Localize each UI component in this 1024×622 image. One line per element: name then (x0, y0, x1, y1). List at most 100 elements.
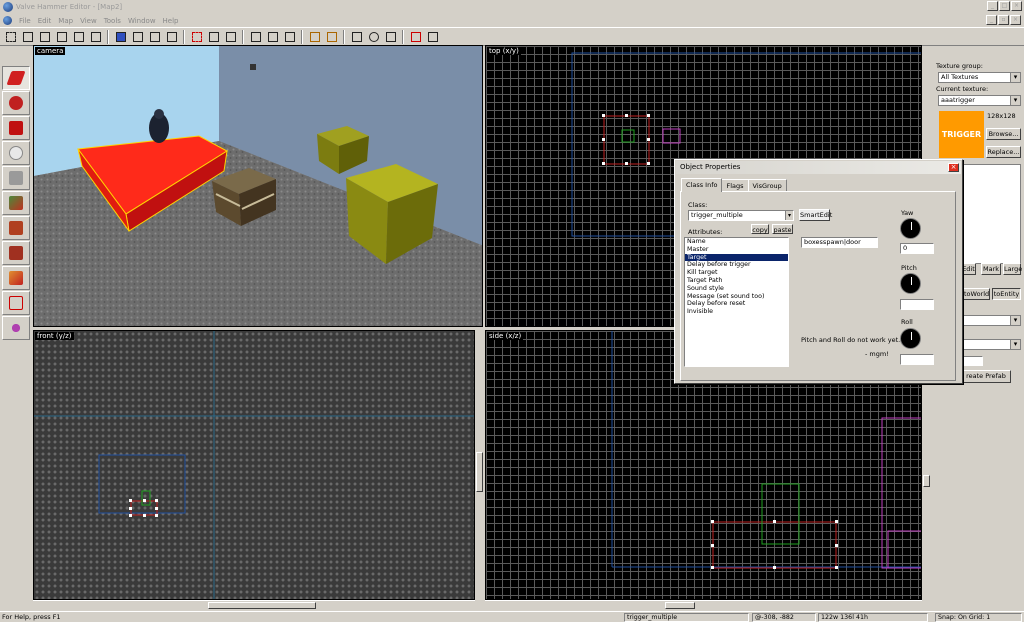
dialog-close-button[interactable]: × (948, 163, 959, 172)
prefab-object-select[interactable] (961, 339, 1021, 350)
camera-view-label[interactable]: camera (35, 47, 66, 55)
pitch-dial-icon[interactable] (900, 273, 921, 294)
mark-button[interactable]: Mark (981, 263, 1001, 275)
yaw-dial-icon[interactable] (900, 218, 921, 239)
ungroup-icon[interactable] (130, 29, 145, 44)
block-tool-button[interactable] (2, 166, 30, 190)
replace-button[interactable]: Replace... (986, 146, 1021, 158)
document-icon[interactable] (3, 16, 12, 25)
attribute-item[interactable]: Name (685, 238, 788, 246)
apply-texture-button[interactable] (2, 216, 30, 240)
selection-tool-button[interactable] (2, 66, 30, 90)
menu-map[interactable]: Map (58, 17, 73, 25)
attribute-item[interactable]: Delay before trigger (685, 261, 788, 269)
doc-minimize-button[interactable]: _ (986, 15, 997, 25)
path-tool-button[interactable] (2, 316, 30, 340)
attribute-item[interactable]: Kill target (685, 269, 788, 277)
hide-icon[interactable] (383, 29, 398, 44)
magnify-tool-button[interactable] (2, 91, 30, 115)
copy-button[interactable]: copy (751, 224, 769, 234)
attribute-item-selected[interactable]: Target (685, 253, 788, 262)
alignment-icon[interactable] (324, 29, 339, 44)
front-view-label[interactable]: front (y/z) (35, 332, 74, 340)
side-view-label[interactable]: side (x/z) (487, 332, 524, 340)
attribute-item[interactable]: Delay before reset (685, 300, 788, 308)
create-prefab-button[interactable]: reate Prefab (961, 370, 1011, 383)
entity-report-icon[interactable] (265, 29, 280, 44)
attribute-value-field[interactable]: boxesspawn|door (801, 237, 878, 248)
attribute-item[interactable]: Invisible (685, 308, 788, 316)
run-map-icon[interactable] (408, 29, 423, 44)
show-all-icon[interactable] (164, 29, 179, 44)
top-view-label[interactable]: top (x/y) (487, 47, 521, 55)
menu-tools[interactable]: Tools (104, 17, 121, 25)
menu-edit[interactable]: Edit (38, 17, 52, 25)
decal-tool-button[interactable] (2, 241, 30, 265)
make-hollow-icon[interactable] (206, 29, 221, 44)
front-view-hscroll-thumb[interactable] (208, 602, 316, 609)
save-window-state-icon[interactable] (88, 29, 103, 44)
maximize-button[interactable]: □ (999, 1, 1010, 11)
cordon-icon[interactable] (248, 29, 263, 44)
texture-lock-icon[interactable] (307, 29, 322, 44)
large-button[interactable]: Large (1003, 263, 1022, 275)
attribute-item[interactable]: Target Path (685, 277, 788, 285)
grid-icon[interactable] (3, 29, 18, 44)
paste-button[interactable]: paste (772, 224, 793, 234)
attributes-list[interactable]: Name Master Target Delay before trigger … (684, 237, 789, 367)
front-view-hscroll[interactable] (33, 600, 475, 609)
edit-button[interactable]: Edit (961, 263, 976, 275)
tab-class-info[interactable]: Class Info (681, 178, 723, 192)
side-view-hscroll[interactable] (485, 600, 922, 609)
attribute-item[interactable]: Master (685, 246, 788, 254)
to-world-button[interactable]: toWorld (963, 288, 990, 300)
class-select[interactable]: trigger_multiple (688, 210, 794, 221)
front-view-objects (34, 331, 474, 599)
close-button[interactable]: × (1011, 1, 1022, 11)
doc-restore-button[interactable]: ▫ (998, 15, 1009, 25)
3d-grid-icon[interactable] (54, 29, 69, 44)
doc-close-button[interactable]: × (1010, 15, 1021, 25)
toggle-texture-lock-icon[interactable] (223, 29, 238, 44)
load-window-state-icon[interactable] (71, 29, 86, 44)
side-view-hscroll-thumb[interactable] (665, 602, 695, 609)
minimize-button[interactable]: _ (987, 1, 998, 11)
prefab-category-select[interactable] (961, 315, 1021, 326)
class-dropdown-arrow[interactable]: ▾ (785, 211, 793, 220)
group-icon[interactable] (113, 29, 128, 44)
side-view-vscroll-thumb[interactable] (923, 475, 930, 487)
hide-selected-icon[interactable] (147, 29, 162, 44)
attribute-item[interactable]: Sound style (685, 285, 788, 293)
larger-grid-icon[interactable] (37, 29, 52, 44)
roll-field[interactable] (900, 354, 934, 365)
check-problems-icon[interactable] (282, 29, 297, 44)
front-view-vscroll[interactable] (475, 330, 484, 600)
texture-application-button[interactable] (2, 191, 30, 215)
menu-window[interactable]: Window (128, 17, 156, 25)
menu-help[interactable]: Help (163, 17, 179, 25)
menu-view[interactable]: View (80, 17, 97, 25)
entity-tool-button[interactable] (2, 141, 30, 165)
camera-tool-button[interactable] (2, 116, 30, 140)
front-view-vscroll-thumb[interactable] (476, 452, 483, 492)
carve-icon[interactable] (189, 29, 204, 44)
camera-view[interactable]: camera (33, 45, 483, 327)
zoom-icon[interactable] (366, 29, 381, 44)
pitch-field[interactable] (900, 299, 934, 310)
visgroup-icon[interactable] (425, 29, 440, 44)
to-entity-button[interactable]: toEntity (992, 288, 1021, 300)
yaw-label: Yaw (901, 209, 914, 217)
yaw-field[interactable]: 0 (900, 243, 934, 254)
prefab-count-field[interactable] (963, 356, 983, 366)
smaller-grid-icon[interactable] (20, 29, 35, 44)
browse-button[interactable]: Browse... (986, 128, 1021, 140)
clipping-tool-button[interactable] (2, 266, 30, 290)
menu-file[interactable]: File (19, 17, 31, 25)
select-area-icon[interactable] (349, 29, 364, 44)
attribute-item[interactable]: Message (set sound too) (685, 293, 788, 301)
smartedit-toggle[interactable]: SmartEdit (799, 209, 832, 221)
vertex-tool-button[interactable] (2, 291, 30, 315)
front-view[interactable]: front (y/z) (33, 330, 475, 600)
current-texture-select[interactable]: aaatrigger (938, 95, 1021, 106)
texture-group-select[interactable]: All Textures (938, 72, 1021, 83)
